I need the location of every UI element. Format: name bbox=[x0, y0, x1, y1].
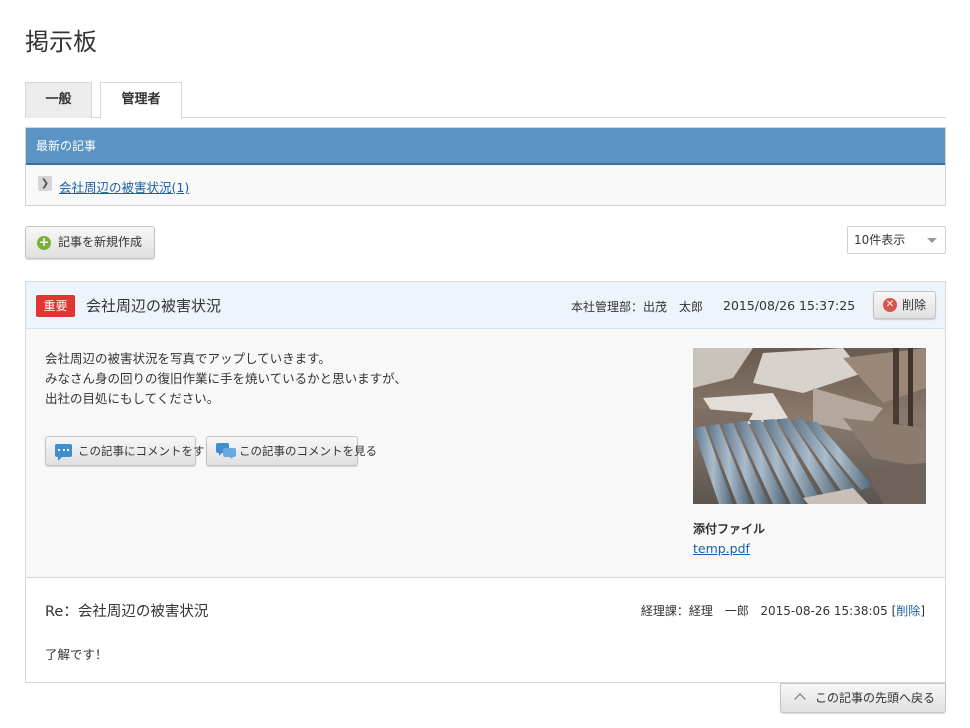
new-article-button[interactable]: + 記事を新規作成 bbox=[25, 226, 155, 259]
article-date: 2015/08/26 15:37:25 bbox=[723, 298, 856, 313]
reply-delete-link[interactable]: 削除 bbox=[896, 604, 920, 618]
article-title: 会社周辺の被害状況 bbox=[86, 297, 222, 315]
delete-label: 削除 bbox=[902, 298, 927, 312]
close-circle-icon: ✕ bbox=[883, 298, 897, 312]
reply-title: Re：会社周辺の被害状況 bbox=[45, 604, 209, 620]
comments-icon bbox=[216, 443, 236, 459]
new-article-label: 記事を新規作成 bbox=[58, 235, 143, 249]
chevron-right-icon: ❯ bbox=[38, 176, 52, 191]
page-title: 掲示板 bbox=[25, 28, 97, 56]
comment-button-label: この記事にコメントをする bbox=[78, 444, 216, 458]
reply-text: 了解です！ bbox=[45, 647, 108, 662]
article-header: 重要 会社周辺の被害状況 本社管理部：出茂 太郎 2015/08/26 15:3… bbox=[26, 282, 945, 329]
caret-down-icon bbox=[927, 238, 937, 243]
latest-article-link[interactable]: 会社周辺の被害状況(1) bbox=[59, 177, 189, 196]
reply-meta: 経理課：経理 一郎 2015-08-26 15:38:05 [削除] bbox=[640, 604, 925, 618]
attached-photo bbox=[693, 348, 926, 504]
items-per-page-value: 10件表示 bbox=[854, 233, 906, 247]
view-comments-label: この記事のコメントを見る bbox=[239, 444, 377, 458]
items-per-page-select[interactable]: 10件表示 bbox=[847, 226, 946, 254]
chevron-up-icon bbox=[794, 693, 806, 705]
article-card: 重要 会社周辺の被害状況 本社管理部：出茂 太郎 2015/08/26 15:3… bbox=[25, 281, 946, 683]
article-body-line: みなさん身の回りの復旧作業に手を焼いているかと思いますが、 bbox=[45, 371, 407, 386]
view-comments-button[interactable]: この記事のコメントを見る bbox=[206, 436, 377, 466]
tab-general[interactable]: 一般 bbox=[25, 82, 92, 118]
comment-button[interactable]: この記事にコメントをする bbox=[45, 436, 216, 466]
delete-button[interactable]: ✕ 削除 bbox=[873, 291, 936, 319]
attachment-link[interactable]: temp.pdf bbox=[693, 541, 750, 556]
back-to-top-button[interactable]: この記事の先頭へ戻る bbox=[780, 683, 946, 713]
article-body-line: 出社の目処にもしてください。 bbox=[45, 391, 220, 406]
reply-author: 経理課：経理 一郎 bbox=[640, 604, 749, 618]
article-author: 本社管理部：出茂 太郎 bbox=[571, 300, 704, 314]
importance-badge: 重要 bbox=[36, 295, 75, 317]
article-body-line: 会社周辺の被害状況を写真でアップしていきます。 bbox=[45, 351, 331, 366]
tab-bar: 一般 管理者 bbox=[25, 82, 946, 119]
reply-date: 2015-08-26 15:38:05 bbox=[760, 604, 888, 618]
comment-icon bbox=[55, 444, 72, 461]
back-to-top-label: この記事の先頭へ戻る bbox=[815, 691, 936, 705]
latest-articles-panel: 最新の記事 ❯ 会社周辺の被害状況(1) bbox=[25, 127, 946, 206]
plus-icon: + bbox=[37, 235, 51, 250]
latest-articles-header: 最新の記事 bbox=[26, 128, 945, 165]
attachment-label: 添付ファイル bbox=[693, 522, 766, 536]
reply-comment: Re：会社周辺の被害状況 経理課：経理 一郎 2015-08-26 15:38:… bbox=[26, 577, 945, 682]
article-body: 会社周辺の被害状況を写真でアップしていきます。 みなさん身の回りの復旧作業に手を… bbox=[45, 349, 407, 409]
tab-admin[interactable]: 管理者 bbox=[100, 82, 182, 119]
list-item: ❯ 会社周辺の被害状況(1) bbox=[26, 165, 945, 205]
